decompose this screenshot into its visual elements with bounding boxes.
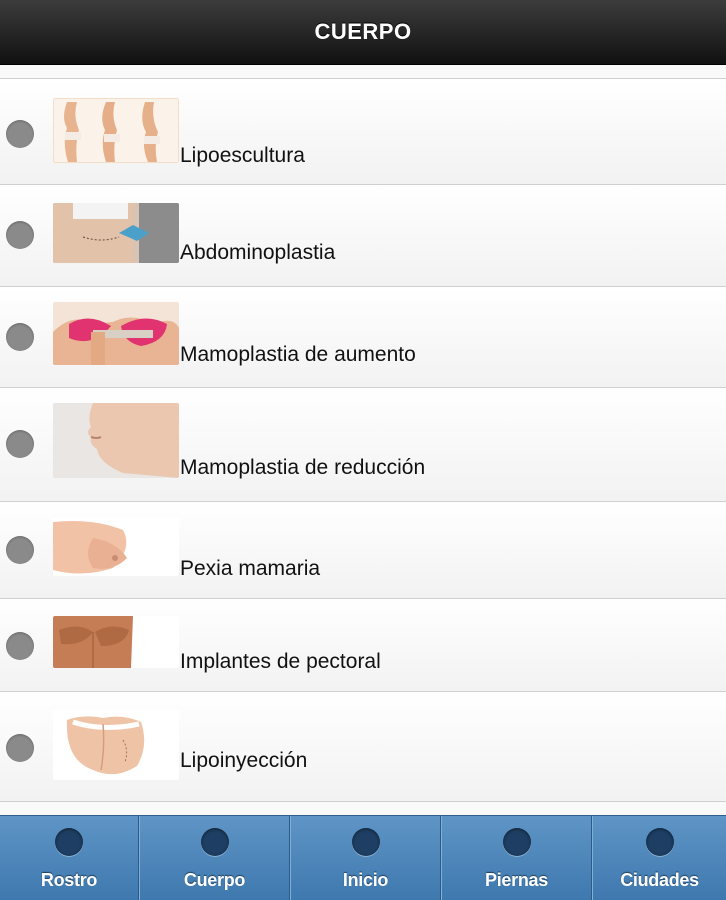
- radio-dot-icon: [6, 120, 34, 148]
- abdomen-marking-thumbnail: [53, 203, 179, 263]
- buttocks-thumbnail: [53, 710, 179, 780]
- item-label: Mamoplastia de aumento: [180, 343, 416, 366]
- list-item-implantes-pectoral[interactable]: Implantes de pectoral: [0, 599, 726, 692]
- list-item-pexia-mamaria[interactable]: Pexia mamaria: [0, 502, 726, 599]
- item-label: Mamoplastia de reducción: [180, 456, 426, 479]
- radio-dot-icon: [6, 734, 34, 762]
- list-item-lipoinyeccion[interactable]: Lipoinyección: [0, 692, 726, 802]
- radio-dot-icon: [6, 536, 34, 564]
- nav-item-cuerpo[interactable]: Cuerpo: [139, 816, 290, 900]
- radio-dot-icon: [6, 430, 34, 458]
- nav-item-piernas[interactable]: Piernas: [441, 816, 592, 900]
- breast-measure-thumbnail: [53, 302, 179, 365]
- nav-label: Cuerpo: [183, 870, 246, 890]
- list-item-lipoescultura[interactable]: Lipoescultura: [0, 79, 726, 185]
- item-label: Implantes de pectoral: [180, 650, 381, 673]
- breast-thumbnail: [53, 518, 179, 576]
- item-label: Lipoinyección: [180, 749, 308, 772]
- male-chest-thumbnail: [53, 616, 179, 668]
- nav-item-inicio[interactable]: Inicio: [290, 816, 441, 900]
- nav-label: Piernas: [485, 870, 548, 890]
- circle-icon: [200, 828, 229, 856]
- nav-label: Inicio: [342, 870, 389, 890]
- list-item-mamoplastia-aumento[interactable]: Mamoplastia de aumento: [0, 287, 726, 388]
- list-item-abdominoplastia[interactable]: Abdominoplastia: [0, 185, 726, 287]
- radio-dot-icon: [6, 221, 34, 249]
- radio-dot-icon: [6, 323, 34, 351]
- header-bar: CUERPO: [0, 0, 726, 65]
- item-label: Pexia mamaria: [180, 557, 321, 580]
- procedure-list: Lipoescultura Abdominoplastia Mamoplasti…: [0, 78, 726, 802]
- bottom-navbar: Rostro Cuerpo Inicio Piernas Ciudades: [0, 815, 726, 900]
- page-title: CUERPO: [314, 19, 412, 44]
- list-item-mamoplastia-reduccion[interactable]: Mamoplastia de reducción: [0, 388, 726, 502]
- nav-label: Ciudades: [620, 870, 699, 890]
- face-profile-thumbnail: [53, 403, 179, 478]
- item-label: Lipoescultura: [180, 144, 305, 167]
- circle-icon: [645, 828, 674, 856]
- nav-item-rostro[interactable]: Rostro: [0, 816, 139, 900]
- circle-icon: [55, 828, 83, 856]
- nav-label: Rostro: [40, 870, 98, 890]
- circle-icon: [502, 828, 531, 856]
- body-contour-thumbnail: [53, 98, 179, 163]
- app-screen: CUERPO Lipoescultura Abdominoplastia Mam…: [0, 0, 726, 900]
- circle-icon: [351, 828, 380, 856]
- radio-dot-icon: [6, 632, 34, 660]
- item-label: Abdominoplastia: [180, 241, 336, 264]
- nav-item-ciudades[interactable]: Ciudades: [592, 816, 726, 900]
